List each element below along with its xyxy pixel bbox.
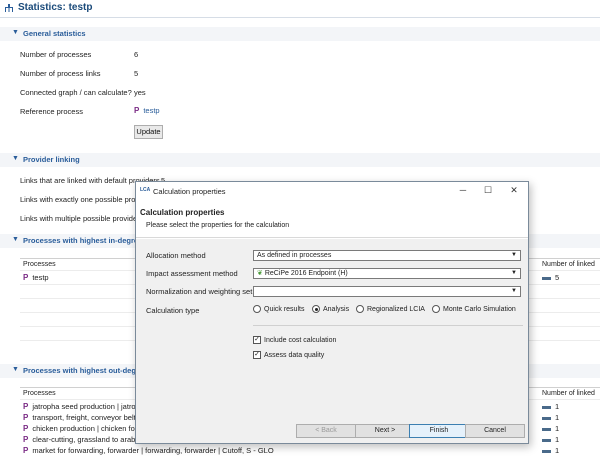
reference-process-name[interactable]: testp xyxy=(143,106,159,115)
column-header-processes[interactable]: Processes xyxy=(23,261,56,268)
radio-regionalized-lcia[interactable]: Regionalized LCIA xyxy=(356,305,425,313)
section-title: Provider linking xyxy=(23,155,80,164)
cancel-button[interactable]: Cancel xyxy=(465,424,525,438)
collapse-arrow-icon[interactable]: ▼ xyxy=(12,155,19,162)
provider-label: Links with multiple possible providers xyxy=(20,214,144,223)
chevron-down-icon: ▼ xyxy=(511,288,517,294)
stat-label: Number of process links xyxy=(20,69,101,78)
process-icon: P xyxy=(23,413,29,422)
stat-value: 5 xyxy=(134,69,139,78)
back-button[interactable]: < Back xyxy=(296,424,356,438)
column-header-processes[interactable]: Processes xyxy=(23,390,56,397)
stat-label: Connected graph / can calculate? xyxy=(20,88,132,97)
process-icon: P xyxy=(23,273,29,282)
include-cost-checkbox[interactable]: ✓ Include cost calculation xyxy=(253,336,336,344)
dialog-titlebar[interactable]: LCA Calculation properties ─ ☐ ✕ xyxy=(136,182,528,201)
checkmark-icon: ✓ xyxy=(253,351,261,359)
stat-value: 6 xyxy=(134,50,139,59)
separator xyxy=(253,325,523,326)
provider-label: Links with exactly one possible provider xyxy=(20,195,152,204)
count-bar xyxy=(542,449,551,453)
table-row[interactable]: Ptransport, freight, conveyor belt xyxy=(23,413,136,423)
dialog-subheading: Please select the properties for the cal… xyxy=(146,222,290,229)
count-bar xyxy=(542,438,551,442)
assess-quality-checkbox[interactable]: ✓ Assess data quality xyxy=(253,351,324,359)
leaf-icon: ❦ xyxy=(257,270,263,277)
normalization-label: Normalization and weighting set xyxy=(146,287,253,296)
section-title: Processes with highest in-degree xyxy=(23,236,143,245)
page-title: Statistics: testp xyxy=(18,2,93,13)
calculation-type-label: Calculation type xyxy=(146,306,200,315)
stat-label: Number of processes xyxy=(20,50,92,59)
section-general-statistics[interactable]: ▼ General statistics xyxy=(0,27,600,41)
collapse-arrow-icon[interactable]: ▼ xyxy=(12,366,19,373)
process-icon: P xyxy=(134,106,140,115)
chevron-down-icon: ▼ xyxy=(511,252,517,258)
stat-value: yes xyxy=(134,88,146,97)
checkmark-icon: ✓ xyxy=(253,336,261,344)
count-bar xyxy=(542,416,551,420)
close-icon[interactable]: ✕ xyxy=(507,185,521,197)
table-cell-count: 1 xyxy=(542,413,559,423)
section-title: Processes with highest out-degree xyxy=(23,366,148,375)
update-button[interactable]: Update xyxy=(134,125,163,139)
section-provider-linking[interactable]: ▼ Provider linking xyxy=(0,153,600,167)
table-cell-count: 1 xyxy=(542,402,559,412)
maximize-icon[interactable]: ☐ xyxy=(481,185,495,197)
normalization-select[interactable]: ▼ xyxy=(253,286,521,297)
impact-method-label: Impact assessment method xyxy=(146,269,238,278)
process-icon: P xyxy=(23,424,29,433)
process-icon: P xyxy=(23,446,29,455)
radio-quick-results[interactable]: Quick results xyxy=(253,305,304,313)
dialog-footer: < Back Next > Finish Cancel xyxy=(136,417,528,443)
section-title: General statistics xyxy=(23,29,86,38)
table-row[interactable]: Pchicken production | chicken fo xyxy=(23,424,135,434)
dialog-window-title: Calculation properties xyxy=(153,187,226,196)
statistics-tree-icon xyxy=(5,4,13,12)
chevron-down-icon: ▼ xyxy=(511,270,517,276)
collapse-arrow-icon[interactable]: ▼ xyxy=(12,29,19,36)
app-logo-icon: LCA xyxy=(140,187,151,193)
minimize-icon[interactable]: ─ xyxy=(456,185,470,197)
dialog-heading: Calculation properties xyxy=(140,208,225,217)
radio-monte-carlo[interactable]: Monte Carlo Simulation xyxy=(432,305,516,313)
calculation-properties-dialog: LCA Calculation properties ─ ☐ ✕ Calcula… xyxy=(135,181,529,444)
dialog-body: Allocation method As defined in processe… xyxy=(136,239,528,417)
next-button[interactable]: Next > xyxy=(355,424,415,438)
count-bar xyxy=(542,405,551,409)
column-header-linked[interactable]: Number of linked xyxy=(542,390,595,397)
dialog-header: Calculation properties Please select the… xyxy=(136,201,528,238)
collapse-arrow-icon[interactable]: ▼ xyxy=(12,236,19,243)
table-row[interactable]: Pmarket for forwarding, forwarder | forw… xyxy=(23,446,274,456)
table-row[interactable]: Pclear-cutting, grassland to arable xyxy=(23,435,141,445)
editor-titlebar: Statistics: testp xyxy=(0,0,600,18)
count-bar xyxy=(542,276,551,280)
allocation-method-select[interactable]: As defined in processes ▼ xyxy=(253,250,521,261)
table-row[interactable]: Ptestp xyxy=(23,273,49,283)
process-icon: P xyxy=(23,435,29,444)
table-cell-count: 5 xyxy=(542,273,559,283)
finish-button[interactable]: Finish xyxy=(409,424,469,438)
column-header-linked[interactable]: Number of linked xyxy=(542,261,595,268)
table-cell-count: 1 xyxy=(542,446,559,456)
stat-label: Reference process xyxy=(20,107,83,116)
count-bar xyxy=(542,427,551,431)
impact-method-select[interactable]: ❦ ReCiPe 2016 Endpoint (H) ▼ xyxy=(253,268,521,279)
table-cell-count: 1 xyxy=(542,435,559,445)
reference-process-link[interactable]: Ptestp xyxy=(134,106,160,115)
allocation-method-label: Allocation method xyxy=(146,251,206,260)
table-row[interactable]: Pjatropha seed production | jatrop xyxy=(23,402,140,412)
process-icon: P xyxy=(23,402,29,411)
table-cell-count: 1 xyxy=(542,424,559,434)
radio-analysis[interactable]: Analysis xyxy=(312,305,349,313)
